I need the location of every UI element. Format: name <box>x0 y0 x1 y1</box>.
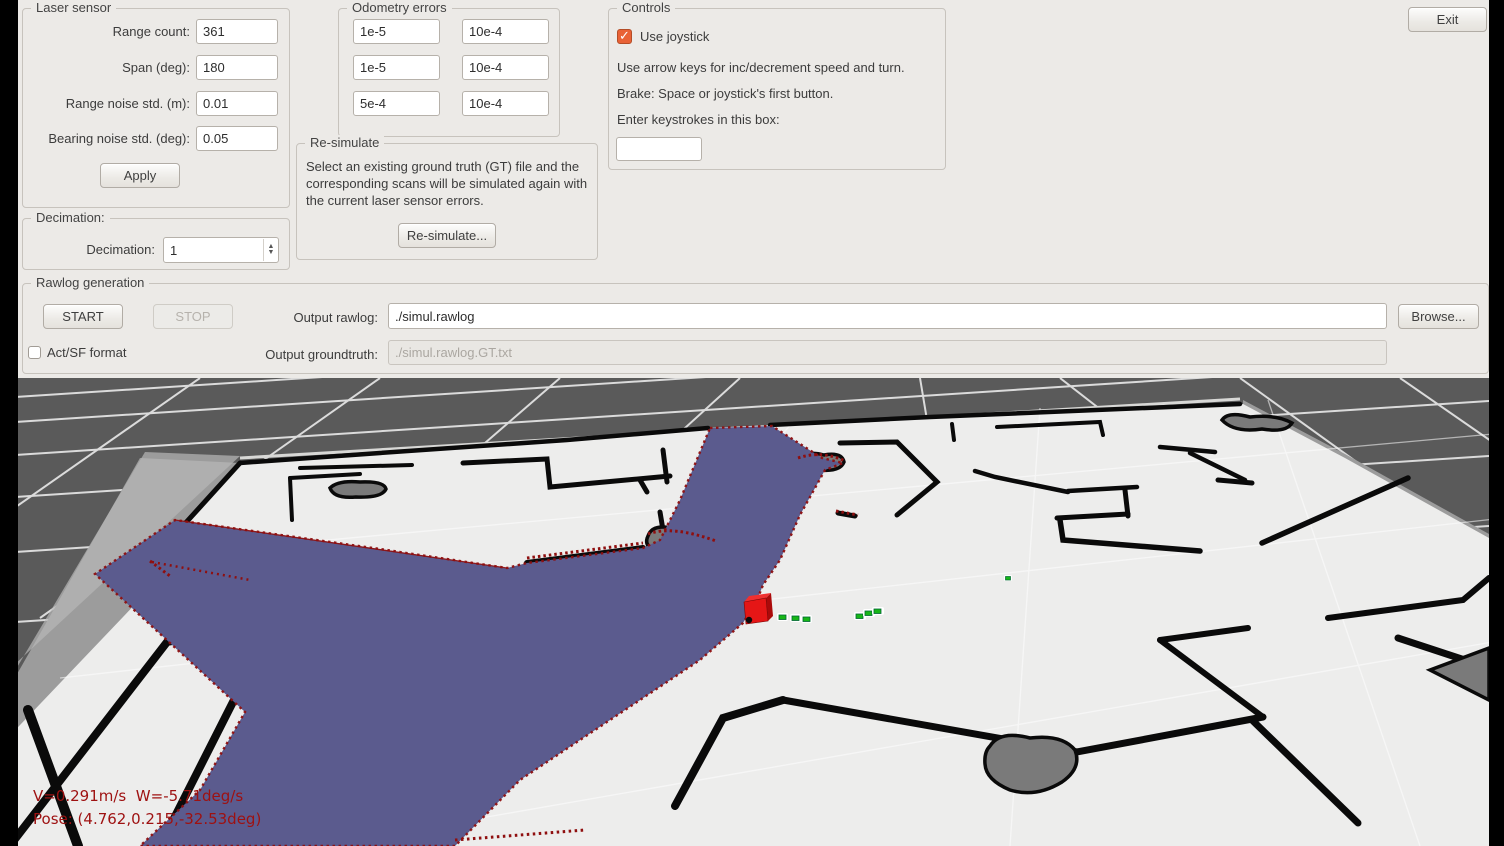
range-noise-label: Range noise std. (m): <box>30 96 190 111</box>
range-count-label: Range count: <box>30 24 190 39</box>
controls-line2: Brake: Space or joystick's first button. <box>617 86 833 101</box>
use-joystick-label: Use joystick <box>640 29 709 44</box>
start-button[interactable]: START <box>43 304 123 329</box>
laser-sensor-title: Laser sensor <box>31 0 116 15</box>
actsf-checkbox[interactable] <box>28 346 41 359</box>
spinner-down-icon[interactable]: ▼ <box>268 250 275 256</box>
obstacle-blob-left-house <box>330 482 386 498</box>
output-rawlog-input[interactable] <box>388 303 1387 329</box>
apply-button[interactable]: Apply <box>100 163 180 188</box>
obstacle-blob-top-right <box>1222 415 1292 431</box>
bearing-noise-input[interactable] <box>196 126 278 151</box>
waypoint <box>790 614 801 622</box>
actsf-label: Act/SF format <box>47 345 126 360</box>
range-count-input[interactable] <box>196 19 278 44</box>
left-black-border <box>0 0 18 846</box>
browse-button[interactable]: Browse... <box>1398 304 1479 329</box>
resimulate-button[interactable]: Re-simulate... <box>398 223 496 248</box>
decimation-group-title: Decimation: <box>31 210 110 225</box>
waypoint <box>1004 575 1012 581</box>
odometry-input-r1c1[interactable] <box>462 55 549 80</box>
control-panel: Laser sensor Range count: Span (deg): Ra… <box>18 0 1489 378</box>
decimation-spinner[interactable]: ▲▼ <box>263 239 278 261</box>
stop-button[interactable]: STOP <box>153 304 233 329</box>
use-joystick-checkbox[interactable] <box>617 29 632 44</box>
output-groundtruth-input <box>388 340 1387 365</box>
span-label: Span (deg): <box>30 60 190 75</box>
exit-button[interactable]: Exit <box>1408 7 1487 32</box>
keystroke-input[interactable] <box>616 137 702 161</box>
odometry-input-r2c0[interactable] <box>353 91 440 116</box>
simulator-window: Laser sensor Range count: Span (deg): Ra… <box>0 0 1504 846</box>
odometry-input-r0c1[interactable] <box>462 19 549 44</box>
robot-heading-dot <box>746 617 752 623</box>
odometry-input-r0c0[interactable] <box>353 19 440 44</box>
resimulate-description: Select an existing ground truth (GT) fil… <box>306 158 588 209</box>
waypoint <box>872 607 884 615</box>
range-noise-input[interactable] <box>196 91 278 116</box>
odometry-errors-title: Odometry errors <box>347 0 452 15</box>
right-black-border <box>1489 0 1504 846</box>
rawlog-generation-title: Rawlog generation <box>31 275 149 290</box>
controls-line1: Use arrow keys for inc/decrement speed a… <box>617 60 905 75</box>
output-groundtruth-label: Output groundtruth: <box>236 347 378 362</box>
resimulate-title: Re-simulate <box>305 135 384 150</box>
controls-line3: Enter keystrokes in this box: <box>617 112 780 127</box>
odometry-input-r1c0[interactable] <box>353 55 440 80</box>
simulation-3d-view[interactable]: V=0.291m/s W=-5.71deg/s Pose: (4.762,0.2… <box>0 378 1504 846</box>
span-input[interactable] <box>196 55 278 80</box>
waypoint <box>801 615 812 623</box>
bearing-noise-label: Bearing noise std. (deg): <box>30 131 190 146</box>
decimation-label: Decimation: <box>43 242 155 257</box>
output-rawlog-label: Output rawlog: <box>256 310 378 325</box>
waypoint <box>777 613 788 621</box>
decimation-input[interactable] <box>163 237 279 263</box>
controls-title: Controls <box>617 0 675 15</box>
odometry-input-r2c1[interactable] <box>462 91 549 116</box>
hud-velocity-text: V=0.291m/s W=-5.71deg/s <box>33 787 243 805</box>
hud-pose-text: Pose: (4.762,0.215,-32.53deg) <box>33 810 261 828</box>
robot <box>744 593 773 624</box>
scene-canvas <box>0 378 1504 846</box>
